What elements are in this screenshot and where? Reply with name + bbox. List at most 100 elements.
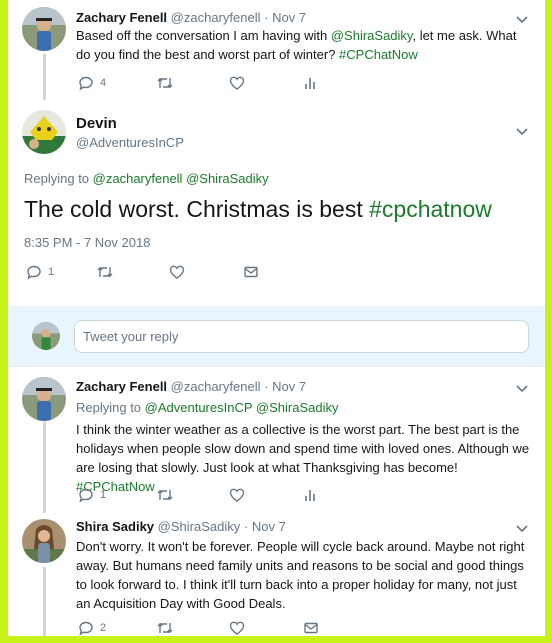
author-handle[interactable]: @AdventuresInCP: [76, 135, 184, 150]
tweet-text-part: Based off the conversation I am having w…: [76, 28, 331, 43]
retweet-button[interactable]: [96, 262, 114, 282]
author-handle[interactable]: @ShiraSadiky: [158, 519, 241, 534]
retweet-icon: [157, 623, 173, 633]
tweet-shira[interactable]: Shira Sadiky @ShiraSadiky · Nov 7 Don't …: [8, 513, 545, 636]
mention-link[interactable]: @ShiraSadiky: [186, 171, 269, 186]
tweet-text-part: The cold worst. Christmas is best: [24, 196, 370, 222]
author-handle[interactable]: @zacharyfenell: [171, 10, 261, 25]
chevron-down-icon[interactable]: [515, 12, 529, 26]
hashtag-link[interactable]: #cpchatnow: [369, 196, 492, 222]
avatar[interactable]: [22, 7, 66, 51]
avatar[interactable]: [22, 110, 66, 154]
analytics-button[interactable]: [303, 485, 317, 505]
reply-icon: [79, 621, 93, 636]
like-button[interactable]: [229, 485, 245, 505]
reply-count: 4: [100, 77, 107, 89]
tweet-actions: 4: [76, 73, 376, 93]
avatar[interactable]: [22, 519, 66, 563]
reply-count: 1: [48, 266, 55, 278]
retweet-button[interactable]: [156, 618, 174, 636]
tweet-zachary-1[interactable]: Zachary Fenell @zacharyfenell · Nov 7 Ba…: [8, 0, 545, 100]
retweet-button[interactable]: [156, 485, 174, 505]
reply-input[interactable]: Tweet your reply: [74, 320, 529, 353]
like-icon: [229, 76, 245, 90]
direct-message-button[interactable]: [243, 262, 259, 282]
reply-button[interactable]: 1: [26, 262, 54, 282]
like-icon: [229, 621, 245, 635]
separator: ·: [264, 10, 269, 25]
mention-link[interactable]: @ShiraSadiky: [331, 28, 413, 43]
tweet-header: Zachary Fenell @zacharyfenell · Nov 7: [76, 10, 306, 25]
replying-to: Replying to @AdventuresInCP @ShiraSadiky: [76, 400, 338, 415]
reply-icon: [79, 76, 93, 91]
message-icon: [304, 622, 318, 634]
chevron-down-icon[interactable]: [515, 521, 529, 535]
reply-composer: Tweet your reply: [8, 306, 545, 366]
tweet-text-part: I think the winter weather as a collecti…: [76, 422, 530, 475]
avatar-zachary-image: [22, 377, 66, 421]
retweet-button[interactable]: [156, 73, 174, 93]
tweet-header: Devin: [76, 115, 117, 132]
tweet-devin-main: Devin @AdventuresInCP Replying to @zacha…: [8, 100, 545, 306]
like-button[interactable]: [169, 262, 185, 282]
avatar: [32, 322, 60, 350]
tweet-text: Based off the conversation I am having w…: [76, 26, 531, 64]
direct-message-button[interactable]: [303, 618, 319, 636]
tweet-timestamp[interactable]: 8:35 PM - 7 Nov 2018: [24, 235, 150, 250]
chevron-down-icon[interactable]: [515, 124, 529, 138]
like-button[interactable]: [229, 618, 245, 636]
like-icon: [229, 488, 245, 502]
retweet-icon: [157, 490, 173, 500]
retweet-icon: [97, 267, 113, 277]
reply-button[interactable]: 1: [78, 485, 106, 505]
author-name[interactable]: Zachary Fenell: [76, 10, 167, 25]
tweet-thread: Zachary Fenell @zacharyfenell · Nov 7 Ba…: [8, 0, 545, 636]
tweet-date[interactable]: Nov 7: [252, 519, 286, 534]
avatar-shira-image: [22, 519, 66, 563]
tweet-date[interactable]: Nov 7: [272, 10, 306, 25]
mention-link[interactable]: @zacharyfenell: [93, 171, 183, 186]
author-handle[interactable]: @zacharyfenell: [171, 379, 261, 394]
chevron-down-icon[interactable]: [515, 381, 529, 395]
mention-link[interactable]: @ShiraSadiky: [256, 400, 339, 415]
thread-line: [43, 567, 46, 636]
retweet-icon: [157, 78, 173, 88]
like-button[interactable]: [229, 73, 245, 93]
analytics-icon: [305, 490, 315, 501]
tweet-date[interactable]: Nov 7: [272, 379, 306, 394]
analytics-icon: [305, 78, 315, 89]
thread-line: [43, 54, 46, 100]
hashtag-link[interactable]: #CPChatNow: [339, 47, 418, 62]
avatar-zachary-image: [22, 7, 66, 51]
tweet-zachary-2[interactable]: Zachary Fenell @zacharyfenell · Nov 7 Re…: [8, 367, 545, 513]
author-name[interactable]: Zachary Fenell: [76, 379, 167, 394]
replying-to: Replying to @zacharyfenell @ShiraSadiky: [24, 171, 269, 186]
thread-line: [43, 422, 46, 513]
reply-icon: [27, 265, 41, 280]
replying-label: Replying to: [76, 400, 145, 415]
tweet-actions: 1: [24, 262, 324, 282]
separator: ·: [243, 519, 249, 534]
analytics-button[interactable]: [303, 73, 317, 93]
author-name[interactable]: Shira Sadiky: [76, 519, 154, 534]
separator: ·: [264, 379, 269, 394]
avatar-devin-image: [22, 110, 66, 154]
tweet-text: Don't worry. It won't be forever. People…: [76, 539, 525, 611]
tweet-handle-row: @AdventuresInCP: [76, 135, 184, 150]
avatar[interactable]: [22, 377, 66, 421]
tweet-actions: 1: [76, 485, 376, 505]
tweet-header: Shira Sadiky @ShiraSadiky · Nov 7: [76, 519, 286, 534]
reply-count: 2: [100, 622, 107, 634]
avatar-current-user-image: [32, 322, 60, 350]
tweet-actions: 2: [76, 618, 376, 636]
replying-label: Replying to: [24, 171, 93, 186]
reply-count: 1: [100, 489, 107, 501]
mention-link[interactable]: @AdventuresInCP: [145, 400, 253, 415]
like-icon: [169, 265, 185, 279]
tweet-text: The cold worst. Christmas is best #cpcha…: [24, 194, 492, 224]
message-icon: [244, 266, 258, 278]
reply-button[interactable]: 4: [78, 73, 106, 93]
reply-button[interactable]: 2: [78, 618, 106, 636]
author-name[interactable]: Devin: [76, 115, 117, 132]
reply-icon: [79, 488, 93, 503]
